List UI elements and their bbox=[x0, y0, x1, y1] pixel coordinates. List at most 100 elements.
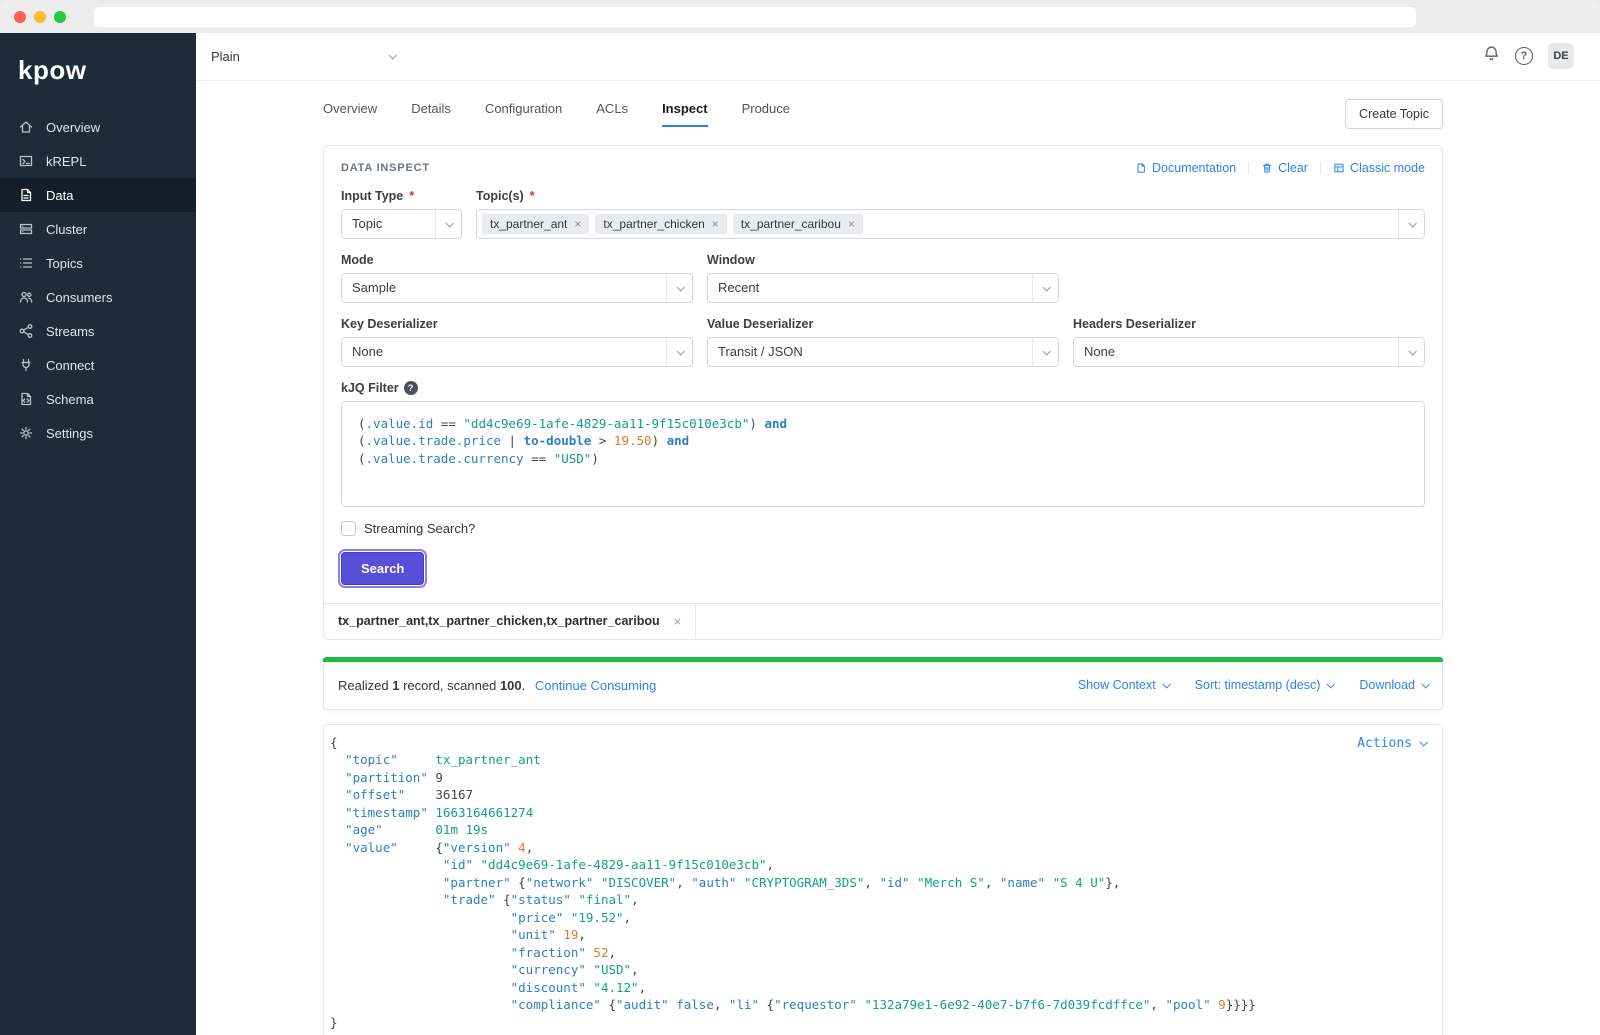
clear-link[interactable]: Clear bbox=[1261, 161, 1308, 175]
input-type-select[interactable]: Topic bbox=[341, 208, 462, 239]
streaming-search-label: Streaming Search? bbox=[364, 520, 476, 536]
maximize-window-button[interactable] bbox=[54, 10, 66, 23]
sidebar-item-settings[interactable]: Settings bbox=[0, 416, 196, 450]
search-button[interactable]: Search bbox=[337, 548, 428, 589]
user-avatar[interactable]: DE bbox=[1548, 43, 1574, 70]
info-icon[interactable]: ? bbox=[403, 380, 418, 395]
window-select[interactable]: Recent bbox=[707, 272, 1059, 303]
topic-chip[interactable]: tx_partner_ant × bbox=[482, 213, 590, 234]
minimize-window-button[interactable] bbox=[34, 10, 46, 23]
chevron-down-icon bbox=[666, 337, 692, 366]
close-result-tab-icon[interactable]: × bbox=[674, 614, 682, 629]
terminal-icon bbox=[18, 153, 34, 169]
key-deserializer-select[interactable]: None bbox=[341, 336, 693, 367]
help-icon[interactable]: ? bbox=[1515, 47, 1533, 66]
document-icon bbox=[1137, 162, 1145, 173]
mode-label: Mode bbox=[341, 252, 374, 267]
window-controls bbox=[14, 10, 66, 23]
chevron-down-icon bbox=[435, 209, 461, 238]
documentation-link[interactable]: Documentation bbox=[1135, 161, 1236, 175]
browser-url-bar[interactable] bbox=[94, 6, 1416, 27]
classic-mode-link[interactable]: Classic mode bbox=[1333, 161, 1425, 175]
chevron-down-icon bbox=[1032, 337, 1058, 366]
headers-deserializer-select[interactable]: None bbox=[1073, 336, 1425, 367]
topic-tabs: Overview Details Configuration ACLs Insp… bbox=[323, 101, 790, 127]
mode-select[interactable]: Sample bbox=[341, 272, 693, 303]
record-panel: Actions { "topic" tx_partner_ant "partit… bbox=[323, 723, 1443, 1035]
sidebar-item-consumers[interactable]: Consumers bbox=[0, 280, 196, 314]
kjq-filter-input[interactable]: (.value.id == "dd4c9e69-1afe-4829-aa11-9… bbox=[341, 400, 1425, 507]
sidebar-item-data[interactable]: Data bbox=[0, 178, 196, 212]
chevron-down-icon bbox=[1326, 680, 1336, 689]
chevron-down-icon bbox=[1421, 680, 1430, 689]
close-window-button[interactable] bbox=[14, 10, 26, 23]
headers-deserializer-label: Headers Deserializer bbox=[1073, 316, 1196, 331]
results-summary-bar: Realized 1 record, scanned 100. Continue… bbox=[323, 661, 1443, 710]
value-deserializer-select[interactable]: Transit / JSON bbox=[707, 336, 1059, 367]
record-json[interactable]: { "topic" tx_partner_ant "partition" 9 "… bbox=[330, 734, 1428, 1032]
data-inspect-panel: DATA INSPECT Documentation Clear Classic… bbox=[323, 144, 1443, 640]
chevron-down-icon bbox=[1398, 209, 1424, 238]
users-icon bbox=[18, 289, 34, 305]
topics-label: Topic(s) * bbox=[476, 188, 535, 203]
tab-overview[interactable]: Overview bbox=[323, 101, 377, 127]
topic-chip[interactable]: tx_partner_caribou × bbox=[732, 213, 863, 234]
value-deserializer-label: Value Deserializer bbox=[707, 316, 814, 331]
server-icon bbox=[18, 221, 34, 237]
share-nodes-icon bbox=[18, 323, 34, 339]
remove-topic-icon[interactable]: × bbox=[574, 218, 581, 230]
tab-details[interactable]: Details bbox=[411, 101, 451, 127]
divider bbox=[1248, 161, 1250, 174]
gear-icon bbox=[18, 425, 34, 441]
tab-produce[interactable]: Produce bbox=[742, 101, 790, 127]
notifications-bell-icon[interactable] bbox=[1483, 45, 1500, 67]
input-type-label: Input Type * bbox=[341, 188, 415, 203]
sidebar-item-overview[interactable]: Overview bbox=[0, 110, 196, 144]
show-context-dropdown[interactable]: Show Context bbox=[1078, 678, 1171, 692]
sidebar-item-topics[interactable]: Topics bbox=[0, 246, 196, 280]
download-dropdown[interactable]: Download bbox=[1359, 678, 1430, 692]
sort-dropdown[interactable]: Sort: timestamp (desc) bbox=[1195, 678, 1336, 692]
document-icon bbox=[18, 187, 34, 203]
plug-icon bbox=[18, 357, 34, 373]
window-label: Window bbox=[707, 252, 755, 267]
environment-select[interactable]: Plain bbox=[207, 43, 399, 70]
home-icon bbox=[18, 119, 34, 135]
sidebar-item-krepl[interactable]: kREPL bbox=[0, 144, 196, 178]
sidebar-nav: Overview kREPL Data Cluster Topics Consu… bbox=[0, 110, 196, 450]
streaming-search-checkbox[interactable] bbox=[341, 520, 356, 536]
tab-inspect[interactable]: Inspect bbox=[662, 101, 708, 127]
create-topic-button[interactable]: Create Topic bbox=[1345, 98, 1443, 129]
remove-topic-icon[interactable]: × bbox=[848, 218, 855, 230]
schema-doc-icon bbox=[18, 391, 34, 407]
trash-icon bbox=[1262, 163, 1272, 173]
layout-icon bbox=[1334, 163, 1344, 172]
chevron-down-icon bbox=[388, 51, 397, 60]
result-tab[interactable]: tx_partner_ant,tx_partner_chicken,tx_par… bbox=[324, 603, 697, 639]
tab-configuration[interactable]: Configuration bbox=[485, 101, 562, 127]
actions-menu[interactable]: Actions bbox=[1357, 736, 1428, 751]
result-tab-strip: tx_partner_ant,tx_partner_chicken,tx_par… bbox=[324, 602, 1442, 639]
chevron-down-icon bbox=[1398, 337, 1424, 366]
browser-chrome bbox=[0, 0, 1600, 33]
chevron-down-icon bbox=[1162, 680, 1171, 689]
key-deserializer-label: Key Deserializer bbox=[341, 316, 438, 331]
panel-title: DATA INSPECT bbox=[341, 161, 430, 174]
sidebar-item-schema[interactable]: Schema bbox=[0, 382, 196, 416]
remove-topic-icon[interactable]: × bbox=[712, 218, 719, 230]
results-summary-text: Realized 1 record, scanned 100. Continue… bbox=[338, 677, 657, 693]
sidebar: kpow Overview kREPL Data Cluster Topics bbox=[0, 33, 196, 1035]
sidebar-item-connect[interactable]: Connect bbox=[0, 348, 196, 382]
topic-chip[interactable]: tx_partner_chicken × bbox=[595, 213, 727, 234]
continue-consuming-link[interactable]: Continue Consuming bbox=[535, 678, 656, 693]
tab-acls[interactable]: ACLs bbox=[596, 101, 628, 127]
divider bbox=[1319, 161, 1321, 174]
chevron-down-icon bbox=[1032, 273, 1058, 302]
sidebar-item-cluster[interactable]: Cluster bbox=[0, 212, 196, 246]
list-icon bbox=[18, 255, 34, 271]
scan-progress-bar bbox=[323, 656, 1443, 662]
topbar: Plain ? DE bbox=[196, 33, 1600, 81]
topics-multiselect[interactable]: tx_partner_ant × tx_partner_chicken × tx… bbox=[476, 208, 1425, 239]
kjq-filter-label: kJQ Filter ? bbox=[341, 380, 1425, 395]
sidebar-item-streams[interactable]: Streams bbox=[0, 314, 196, 348]
